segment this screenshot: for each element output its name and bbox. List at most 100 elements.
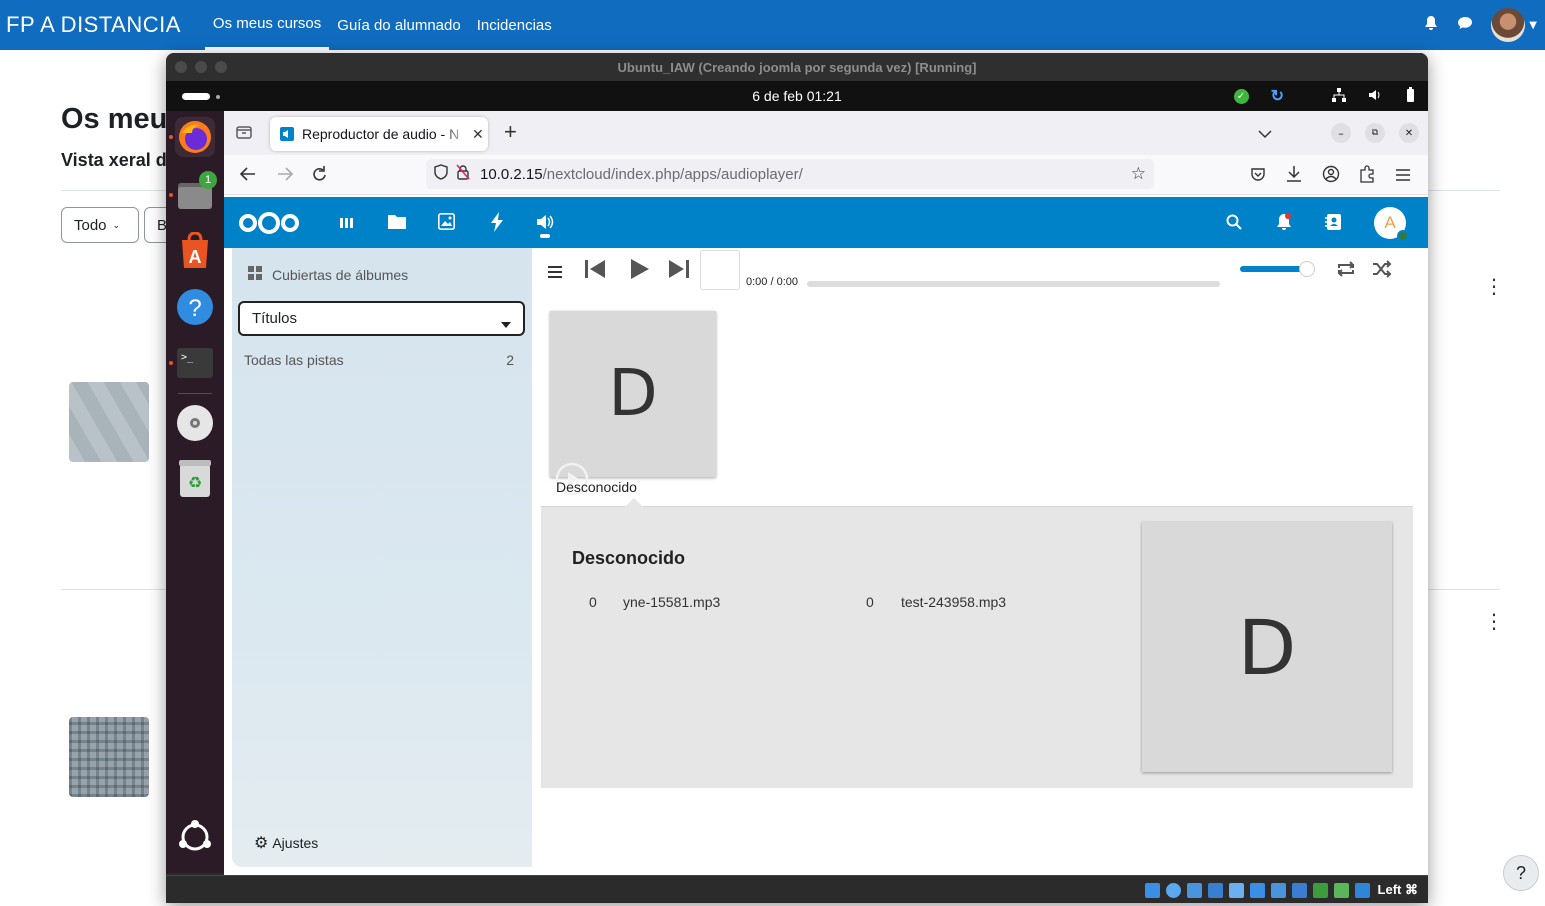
- audio-player-app-icon[interactable]: [536, 213, 554, 235]
- video-capture-icon[interactable]: [1291, 882, 1307, 898]
- volume-knob[interactable]: [1298, 261, 1315, 277]
- back-icon[interactable]: [239, 166, 257, 186]
- optical-drive-icon[interactable]: [1165, 882, 1181, 898]
- tab-audio-player[interactable]: Reproductor de audio - N ✕: [270, 117, 488, 151]
- help-button[interactable]: ?: [1503, 855, 1539, 891]
- volume-icon[interactable]: [1368, 88, 1382, 105]
- nextcloud-content: Cubiertas de álbumes Títulos Todas las p…: [232, 248, 1420, 867]
- activity-icon[interactable]: [490, 212, 504, 236]
- filter-dropdown[interactable]: Todo ⌄: [61, 207, 139, 243]
- display-icon[interactable]: [1270, 882, 1286, 898]
- album-name[interactable]: Desconocido: [556, 479, 637, 495]
- tab-overview-icon[interactable]: [236, 124, 252, 140]
- reload-icon[interactable]: [312, 165, 328, 187]
- network-status-icon[interactable]: [1207, 882, 1223, 898]
- track-row[interactable]: 0 test-243958.mp3: [866, 594, 1116, 610]
- vbox-statusbar: Left ⌘: [166, 875, 1428, 903]
- usb-icon[interactable]: [1228, 882, 1244, 898]
- notifications-icon[interactable]: [1276, 213, 1292, 235]
- progress-bar[interactable]: [807, 281, 1220, 287]
- close-button[interactable]: ✕: [1399, 123, 1419, 143]
- all-tracks-item[interactable]: Todas las pistas 2: [244, 352, 514, 372]
- view-toggle[interactable]: Cubiertas de álbumes: [248, 266, 408, 283]
- app-menu-icon[interactable]: [1395, 167, 1411, 186]
- files-dock-icon[interactable]: 1: [175, 171, 217, 215]
- nav-incidents[interactable]: Incidencias: [469, 0, 560, 50]
- album-detail-cover: D: [1142, 522, 1392, 772]
- messages-icon[interactable]: [1457, 15, 1473, 35]
- check-status-icon[interactable]: ✓: [1233, 88, 1249, 104]
- search-icon[interactable]: [1226, 214, 1242, 234]
- nav-student-guide[interactable]: Guía do alumnado: [329, 0, 468, 50]
- nextcloud-logo[interactable]: [238, 211, 300, 239]
- downloads-icon[interactable]: [1286, 165, 1302, 187]
- course-menu-icon[interactable]: ⋮: [1484, 276, 1504, 296]
- trash-dock-icon[interactable]: ♻: [175, 459, 215, 499]
- course-menu-icon[interactable]: ⋮: [1484, 611, 1504, 631]
- files-icon[interactable]: [388, 214, 406, 233]
- next-track-icon[interactable]: [668, 259, 690, 283]
- forward-icon[interactable]: [276, 166, 294, 186]
- system-tray[interactable]: ✓ ↻: [1233, 86, 1416, 106]
- url-bar[interactable]: 10.0.2.15 /nextcloud/index.php/apps/audi…: [426, 159, 1154, 189]
- notifications-bell-icon[interactable]: [1423, 15, 1439, 35]
- insecure-lock-icon[interactable]: [456, 164, 470, 184]
- shuffle-icon[interactable]: [1372, 260, 1392, 282]
- zoom-window-button[interactable]: [215, 61, 227, 73]
- caret-down-icon: [501, 315, 511, 332]
- play-icon[interactable]: [630, 258, 650, 284]
- restore-button[interactable]: ⧉: [1365, 123, 1385, 143]
- extensions-icon[interactable]: [1359, 165, 1375, 187]
- minimize-button[interactable]: –: [1331, 123, 1351, 143]
- audio-status-icon[interactable]: [1186, 882, 1202, 898]
- album-play-icon[interactable]: [555, 438, 589, 512]
- track-row[interactable]: 0 yne-15581.mp3: [589, 594, 839, 610]
- bookmark-star-icon[interactable]: ☆: [1131, 164, 1146, 184]
- network-icon[interactable]: [1332, 87, 1346, 105]
- repeat-icon[interactable]: [1336, 260, 1356, 282]
- close-window-button[interactable]: [175, 61, 187, 73]
- mouse-integration-icon[interactable]: [1354, 882, 1370, 898]
- url-host: 10.0.2.15: [480, 165, 543, 183]
- virtualization-icon[interactable]: [1333, 882, 1349, 898]
- photos-icon[interactable]: [438, 213, 455, 234]
- pocket-icon[interactable]: [1250, 166, 1266, 186]
- disc-dock-icon[interactable]: [175, 403, 215, 443]
- playlist-menu-icon[interactable]: [548, 263, 562, 282]
- shared-folders-icon[interactable]: [1249, 882, 1265, 898]
- nav-my-courses[interactable]: Os meus cursos: [204, 0, 330, 50]
- previous-track-icon[interactable]: [584, 259, 606, 283]
- settings-button[interactable]: ⚙ Ajustes: [254, 833, 318, 853]
- course-image[interactable]: [69, 382, 149, 462]
- battery-icon[interactable]: [1404, 86, 1416, 106]
- avatar-letter: A: [1384, 213, 1396, 232]
- course-image[interactable]: [69, 717, 149, 797]
- tracking-shield-icon[interactable]: [434, 164, 448, 184]
- list-tabs-icon[interactable]: [1258, 124, 1272, 143]
- hdd-icon[interactable]: [1144, 882, 1160, 898]
- site-brand[interactable]: FP A DISTANCIA: [6, 12, 181, 38]
- overview-heading: Vista xeral d: [61, 150, 167, 170]
- app-center-dock-icon[interactable]: A: [175, 231, 215, 271]
- category-select[interactable]: Títulos: [238, 301, 525, 336]
- close-tab-icon[interactable]: ✕: [472, 126, 484, 143]
- new-tab-button[interactable]: +: [504, 119, 517, 145]
- album-cover[interactable]: D: [550, 311, 716, 496]
- dashboard-icon[interactable]: [340, 215, 354, 234]
- update-icon[interactable]: ↻: [1271, 86, 1284, 106]
- app-content: 0:00 / 0:00 D Desconocido Desconocido 0 …: [532, 248, 1420, 867]
- contacts-icon[interactable]: [1325, 213, 1343, 235]
- account-icon[interactable]: [1322, 165, 1340, 187]
- user-avatar[interactable]: A: [1374, 207, 1409, 242]
- minimize-window-button[interactable]: [195, 61, 207, 73]
- chevron-down-icon: ▼: [1529, 19, 1537, 31]
- host-key-label: Left ⌘: [1377, 882, 1418, 897]
- help-dock-icon[interactable]: ?: [175, 287, 215, 327]
- album-detail-title: Desconocido: [572, 548, 686, 568]
- user-menu[interactable]: ▼: [1491, 8, 1537, 42]
- firefox-dock-icon[interactable]: [175, 117, 215, 157]
- show-apps-icon[interactable]: [175, 817, 215, 857]
- terminal-dock-icon[interactable]: >_: [175, 343, 215, 383]
- volume-slider[interactable]: [1240, 261, 1315, 277]
- recording-icon[interactable]: [1312, 882, 1328, 898]
